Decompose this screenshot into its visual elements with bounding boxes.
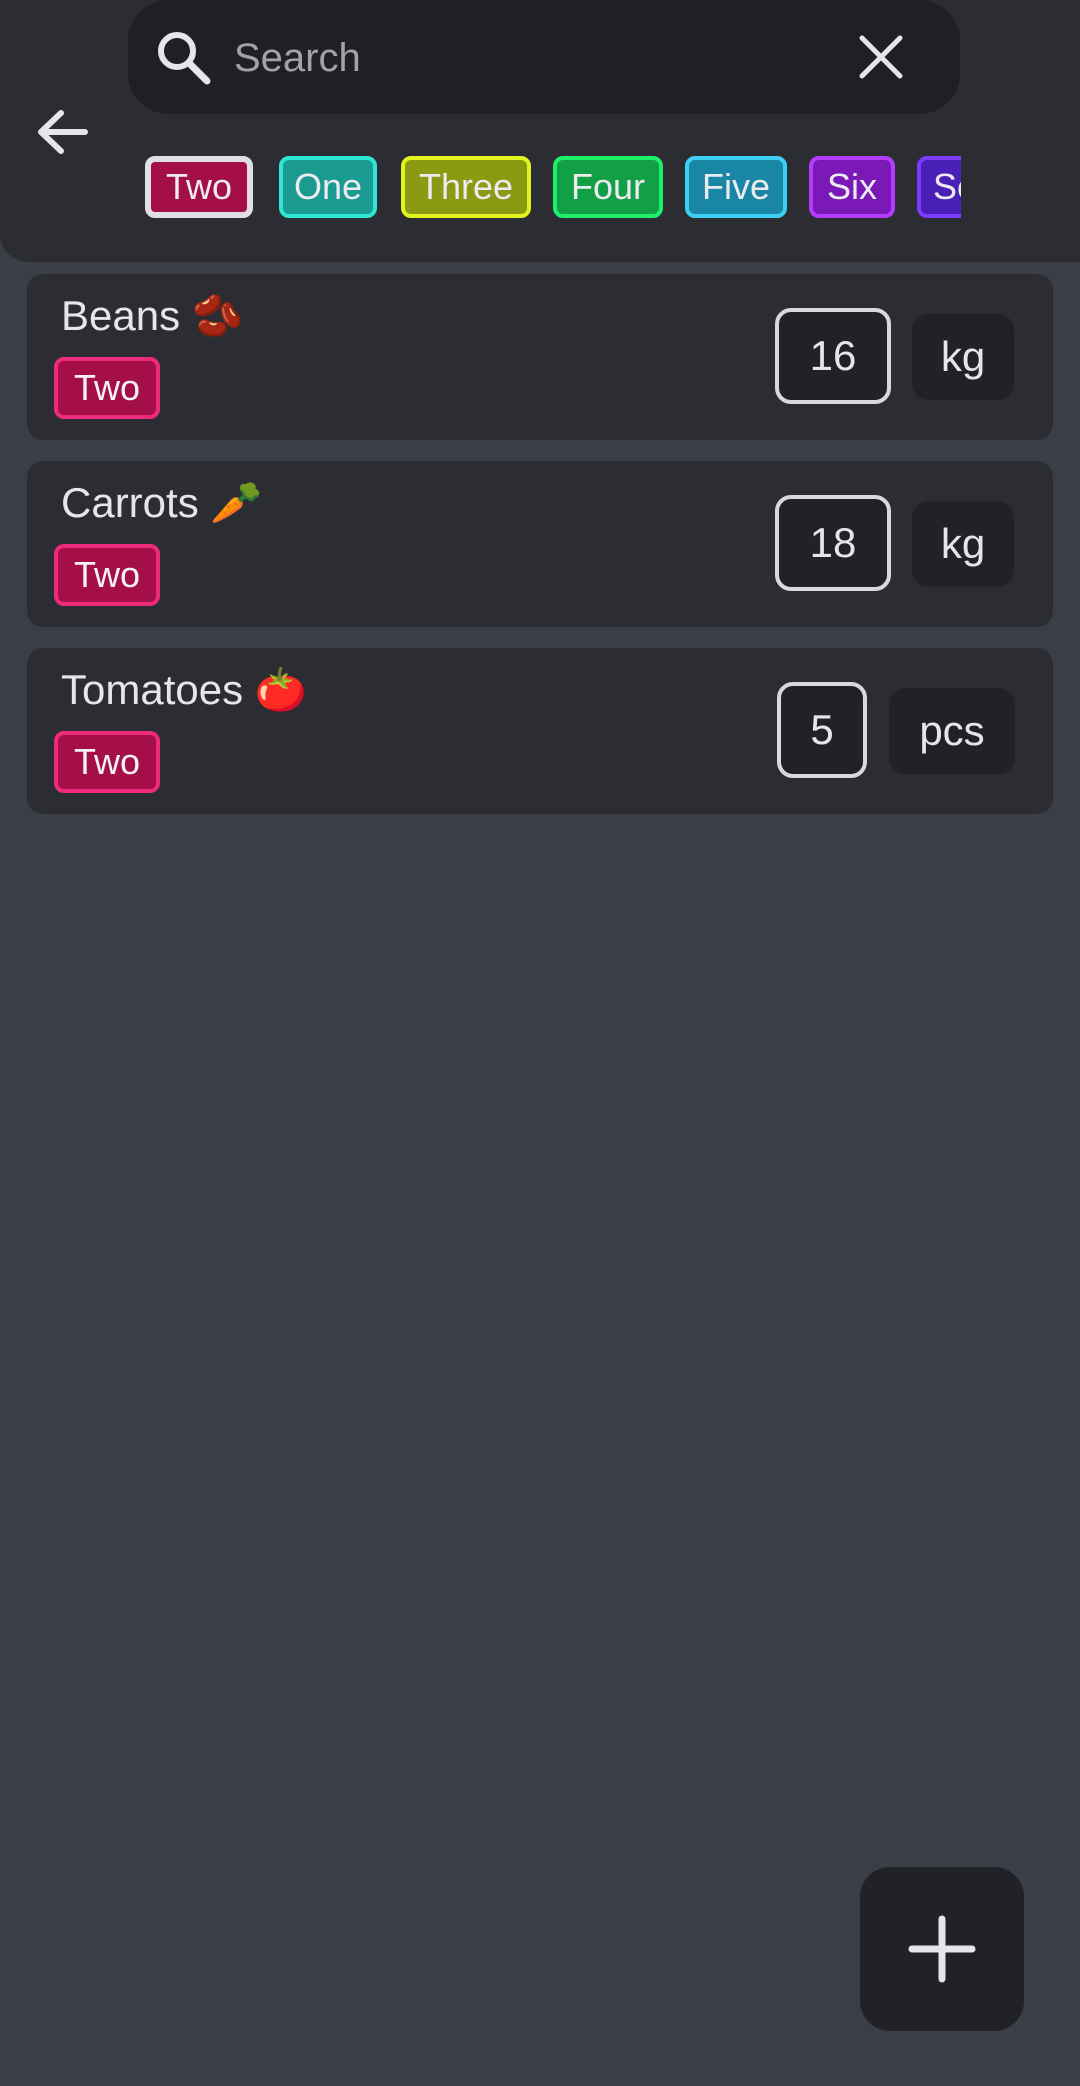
search-input[interactable] (232, 24, 836, 92)
quantity-field[interactable]: 18 (775, 495, 891, 591)
plus-icon (908, 1915, 976, 1983)
search-bar (128, 0, 960, 114)
item-name: Beans 🫘 (61, 292, 245, 339)
arrow-left-icon (38, 110, 88, 154)
item-name: Carrots 🥕 (61, 479, 263, 526)
chip-four[interactable]: Four (553, 156, 663, 218)
add-item-button[interactable] (860, 1867, 1024, 2031)
item-tag: Two (54, 357, 160, 419)
unit-selector[interactable]: pcs (889, 688, 1015, 774)
close-icon (859, 35, 903, 79)
clear-search-button[interactable] (850, 26, 912, 88)
chip-five[interactable]: Five (685, 156, 787, 218)
chip-one[interactable]: One (279, 156, 377, 218)
quantity-field[interactable]: 16 (775, 308, 891, 404)
unit-selector[interactable]: kg (912, 314, 1014, 400)
item-tag: Two (54, 731, 160, 793)
search-icon (158, 32, 211, 85)
list-item[interactable]: Tomatoes 🍅 Two 5 pcs (27, 648, 1053, 814)
item-name: Tomatoes 🍅 (61, 666, 308, 713)
quantity-field[interactable]: 5 (777, 682, 867, 778)
list-item[interactable]: Beans 🫘 Two 16 kg (27, 274, 1053, 440)
unit-selector[interactable]: kg (912, 501, 1014, 587)
back-button[interactable] (30, 100, 94, 164)
chip-three[interactable]: Three (401, 156, 531, 218)
list-item[interactable]: Carrots 🥕 Two 18 kg (27, 461, 1053, 627)
chip-six[interactable]: Six (809, 156, 895, 218)
item-tag: Two (54, 544, 160, 606)
chip-seven-partial[interactable]: Se (917, 156, 961, 218)
tag-filter-chips[interactable]: Two One Three Four Five Six Se (143, 156, 961, 224)
top-app-bar: Two One Three Four Five Six Se (0, 0, 1080, 262)
chip-two[interactable]: Two (145, 156, 253, 218)
